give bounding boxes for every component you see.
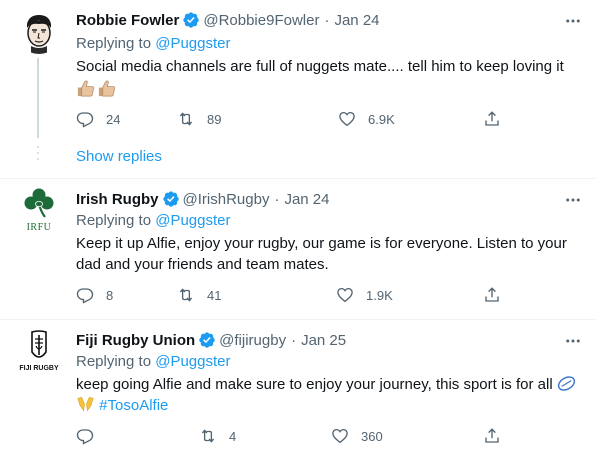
tweet-header: Robbie Fowler @Robbie9Fowler · Jan 24 — [76, 10, 380, 30]
thread-dots — [36, 146, 40, 164]
tweet-fiji-rugby[interactable]: FIJI RUGBY Fiji Rugby Union @fijirugby ·… — [0, 320, 596, 456]
reply-action[interactable]: 8 — [76, 285, 113, 305]
thumbs-up-emoji — [98, 80, 116, 97]
fiji-rugby-text: FIJI RUGBY — [19, 365, 59, 372]
replying-handle-link[interactable]: @Puggster — [155, 353, 230, 370]
like-action[interactable]: 360 — [331, 426, 383, 446]
retweet-action[interactable]: 41 — [177, 285, 221, 305]
replying-prefix: Replying to — [76, 35, 156, 52]
tweet-actions: 8 41 1.9K — [68, 285, 508, 305]
share-icon — [485, 287, 499, 302]
like-count: 360 — [361, 428, 383, 444]
heart-icon — [337, 287, 353, 303]
separator: · — [291, 331, 297, 349]
timestamp[interactable]: Jan 24 — [284, 191, 329, 208]
tweet-text-content: keep going Alfie and make sure to enjoy … — [76, 376, 553, 393]
retweet-icon — [179, 288, 193, 302]
share-action[interactable] — [483, 285, 513, 305]
tweet-text: keep going Alfie and make sure to enjoy … — [76, 374, 581, 416]
replying-handle-link[interactable]: @Puggster — [155, 35, 230, 52]
tweet-text-content: Social media channels are full of nugget… — [76, 58, 564, 75]
retweet-icon — [179, 112, 193, 126]
verified-badge-icon — [162, 191, 179, 207]
like-count: 6.9K — [368, 111, 395, 127]
heart-icon — [332, 428, 348, 444]
raising-hands-emoji — [77, 397, 94, 412]
tweet-text: Keep it up Alfie, enjoy your rugby, our … — [76, 233, 576, 275]
reply-count: 8 — [106, 287, 114, 303]
replying-to: Replying to @Puggster — [76, 353, 230, 370]
more-options-icon[interactable] — [564, 12, 582, 30]
retweet-icon — [201, 429, 215, 443]
irish-rugby-avatar[interactable]: IRFU — [17, 186, 61, 236]
like-count: 1.9K — [366, 287, 393, 303]
reply-icon — [76, 429, 94, 445]
verified-badge-icon — [183, 12, 200, 28]
like-action[interactable]: 1.9K — [336, 285, 393, 305]
tweet-header: Irish Rugby @IrishRugby · Jan 24 — [76, 189, 330, 209]
display-name[interactable]: Robbie Fowler — [76, 12, 179, 29]
tweet-actions: 24 89 6.9K — [68, 109, 508, 129]
more-options-icon[interactable] — [564, 332, 582, 350]
reply-icon — [76, 112, 94, 128]
display-name[interactable]: Fiji Rugby Union — [76, 332, 195, 349]
emoji-row — [76, 79, 116, 99]
share-action[interactable] — [483, 109, 513, 129]
retweet-action[interactable]: 89 — [177, 109, 221, 129]
handle[interactable]: @Robbie9Fowler — [203, 12, 319, 29]
tweet-irish-rugby[interactable]: IRFU Irish Rugby @IrishRugby · Jan 24 Re… — [0, 179, 596, 319]
separator: · — [274, 190, 280, 208]
replying-handle-link[interactable]: @Puggster — [155, 212, 230, 229]
shamrock-logo — [24, 188, 54, 218]
heart-icon — [339, 111, 355, 127]
tweet-actions: 4 360 — [68, 426, 508, 446]
thread-line — [37, 58, 39, 138]
display-name[interactable]: Irish Rugby — [76, 191, 159, 208]
reply-action[interactable] — [76, 426, 106, 446]
show-replies-link[interactable]: Show replies — [76, 148, 162, 165]
tweet-text-content: Keep it up Alfie, enjoy your rugby, our … — [76, 235, 567, 273]
separator: · — [324, 11, 330, 29]
retweet-count: 41 — [207, 287, 222, 303]
reply-count: 24 — [106, 111, 121, 127]
replying-prefix: Replying to — [76, 353, 156, 370]
timestamp[interactable]: Jan 24 — [334, 12, 379, 29]
fiji-rugby-avatar[interactable]: FIJI RUGBY — [19, 330, 59, 376]
replying-to: Replying to @Puggster — [76, 212, 230, 229]
retweet-count: 4 — [229, 428, 237, 444]
more-options-icon[interactable] — [564, 191, 582, 209]
timestamp[interactable]: Jan 25 — [301, 332, 346, 349]
robbie-fowler-avatar[interactable] — [17, 10, 61, 54]
thumbs-up-emoji — [77, 80, 95, 97]
irfu-text: IRFU — [26, 222, 52, 233]
share-action[interactable] — [483, 426, 513, 446]
replying-to: Replying to @Puggster — [76, 35, 230, 52]
reply-icon — [76, 288, 94, 304]
fiji-rugby-logo — [31, 330, 47, 358]
tweet-text: Social media channels are full of nugget… — [76, 56, 581, 77]
hashtag-link[interactable]: #TosoAlfie — [99, 397, 168, 414]
tweet-robbie-fowler[interactable]: Robbie Fowler @Robbie9Fowler · Jan 24 Re… — [0, 0, 596, 178]
tweet-header: Fiji Rugby Union @fijirugby · Jan 25 — [76, 330, 346, 350]
handle[interactable]: @fijirugby — [219, 332, 286, 349]
retweet-count: 89 — [207, 111, 222, 127]
like-action[interactable]: 6.9K — [338, 109, 395, 129]
share-icon — [485, 111, 499, 126]
replying-prefix: Replying to — [76, 212, 156, 229]
share-icon — [485, 428, 499, 443]
rugby-ball-emoji — [557, 376, 575, 391]
reply-action[interactable]: 24 — [76, 109, 120, 129]
handle[interactable]: @IrishRugby — [183, 191, 270, 208]
verified-badge-icon — [199, 332, 215, 348]
retweet-action[interactable]: 4 — [199, 426, 236, 446]
